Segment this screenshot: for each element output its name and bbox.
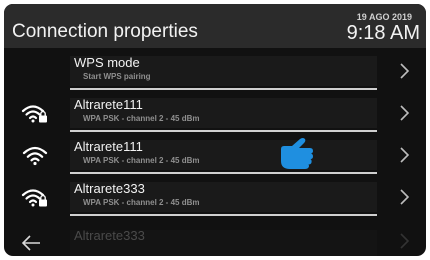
chevron-right-icon[interactable] <box>396 146 412 164</box>
row-subtitle: Start WPS pairing <box>83 72 151 81</box>
row-divider <box>70 88 377 90</box>
wifi-lock-icon <box>21 105 47 123</box>
header-bar: Connection properties 19 AGO 2019 9:18 A… <box>4 4 426 48</box>
chevron-right-icon[interactable] <box>396 62 412 80</box>
page-title: Connection properties <box>12 21 198 42</box>
row-divider <box>70 172 377 174</box>
row-title: Altrarete333 <box>74 181 145 196</box>
chevron-right-icon[interactable] <box>396 188 412 206</box>
list-item-network[interactable]: Altrarete333 WPA PSK - channel 2 - 45 dB… <box>4 176 426 218</box>
row-title: WPS mode <box>74 55 140 70</box>
row-title: Altrarete111 <box>74 97 143 112</box>
row-divider <box>70 130 377 132</box>
wifi-icon <box>22 146 48 166</box>
row-title: Altrarete333 <box>74 228 145 243</box>
chevron-right-icon[interactable] <box>396 232 412 250</box>
row-subtitle: WPA PSK - channel 2 - 45 dBm <box>83 198 200 207</box>
row-subtitle: WPA PSK - channel 2 - 45 dBm <box>83 156 200 165</box>
pointing-hand-icon <box>281 138 313 169</box>
list-item-network[interactable]: Altrarete333 <box>4 226 426 256</box>
row-subtitle: WPA PSK - channel 2 - 45 dBm <box>83 114 200 123</box>
date-label: 19 AGO 2019 <box>356 12 412 22</box>
back-arrow-icon[interactable] <box>20 234 42 252</box>
row-title: Altrarete111 <box>74 139 143 154</box>
wifi-lock-icon <box>21 189 47 207</box>
chevron-right-icon[interactable] <box>396 104 412 122</box>
list-item-wps-mode[interactable]: WPS mode Start WPS pairing <box>4 50 426 92</box>
row-divider <box>70 214 377 216</box>
time-label: 9:18 AM <box>346 22 420 44</box>
list-item-network[interactable]: Altrarete111 WPA PSK - channel 2 - 45 dB… <box>4 92 426 134</box>
list-item-network[interactable]: Altrarete111 WPA PSK - channel 2 - 45 dB… <box>4 134 426 176</box>
device-screen: Connection properties 19 AGO 2019 9:18 A… <box>4 4 426 256</box>
